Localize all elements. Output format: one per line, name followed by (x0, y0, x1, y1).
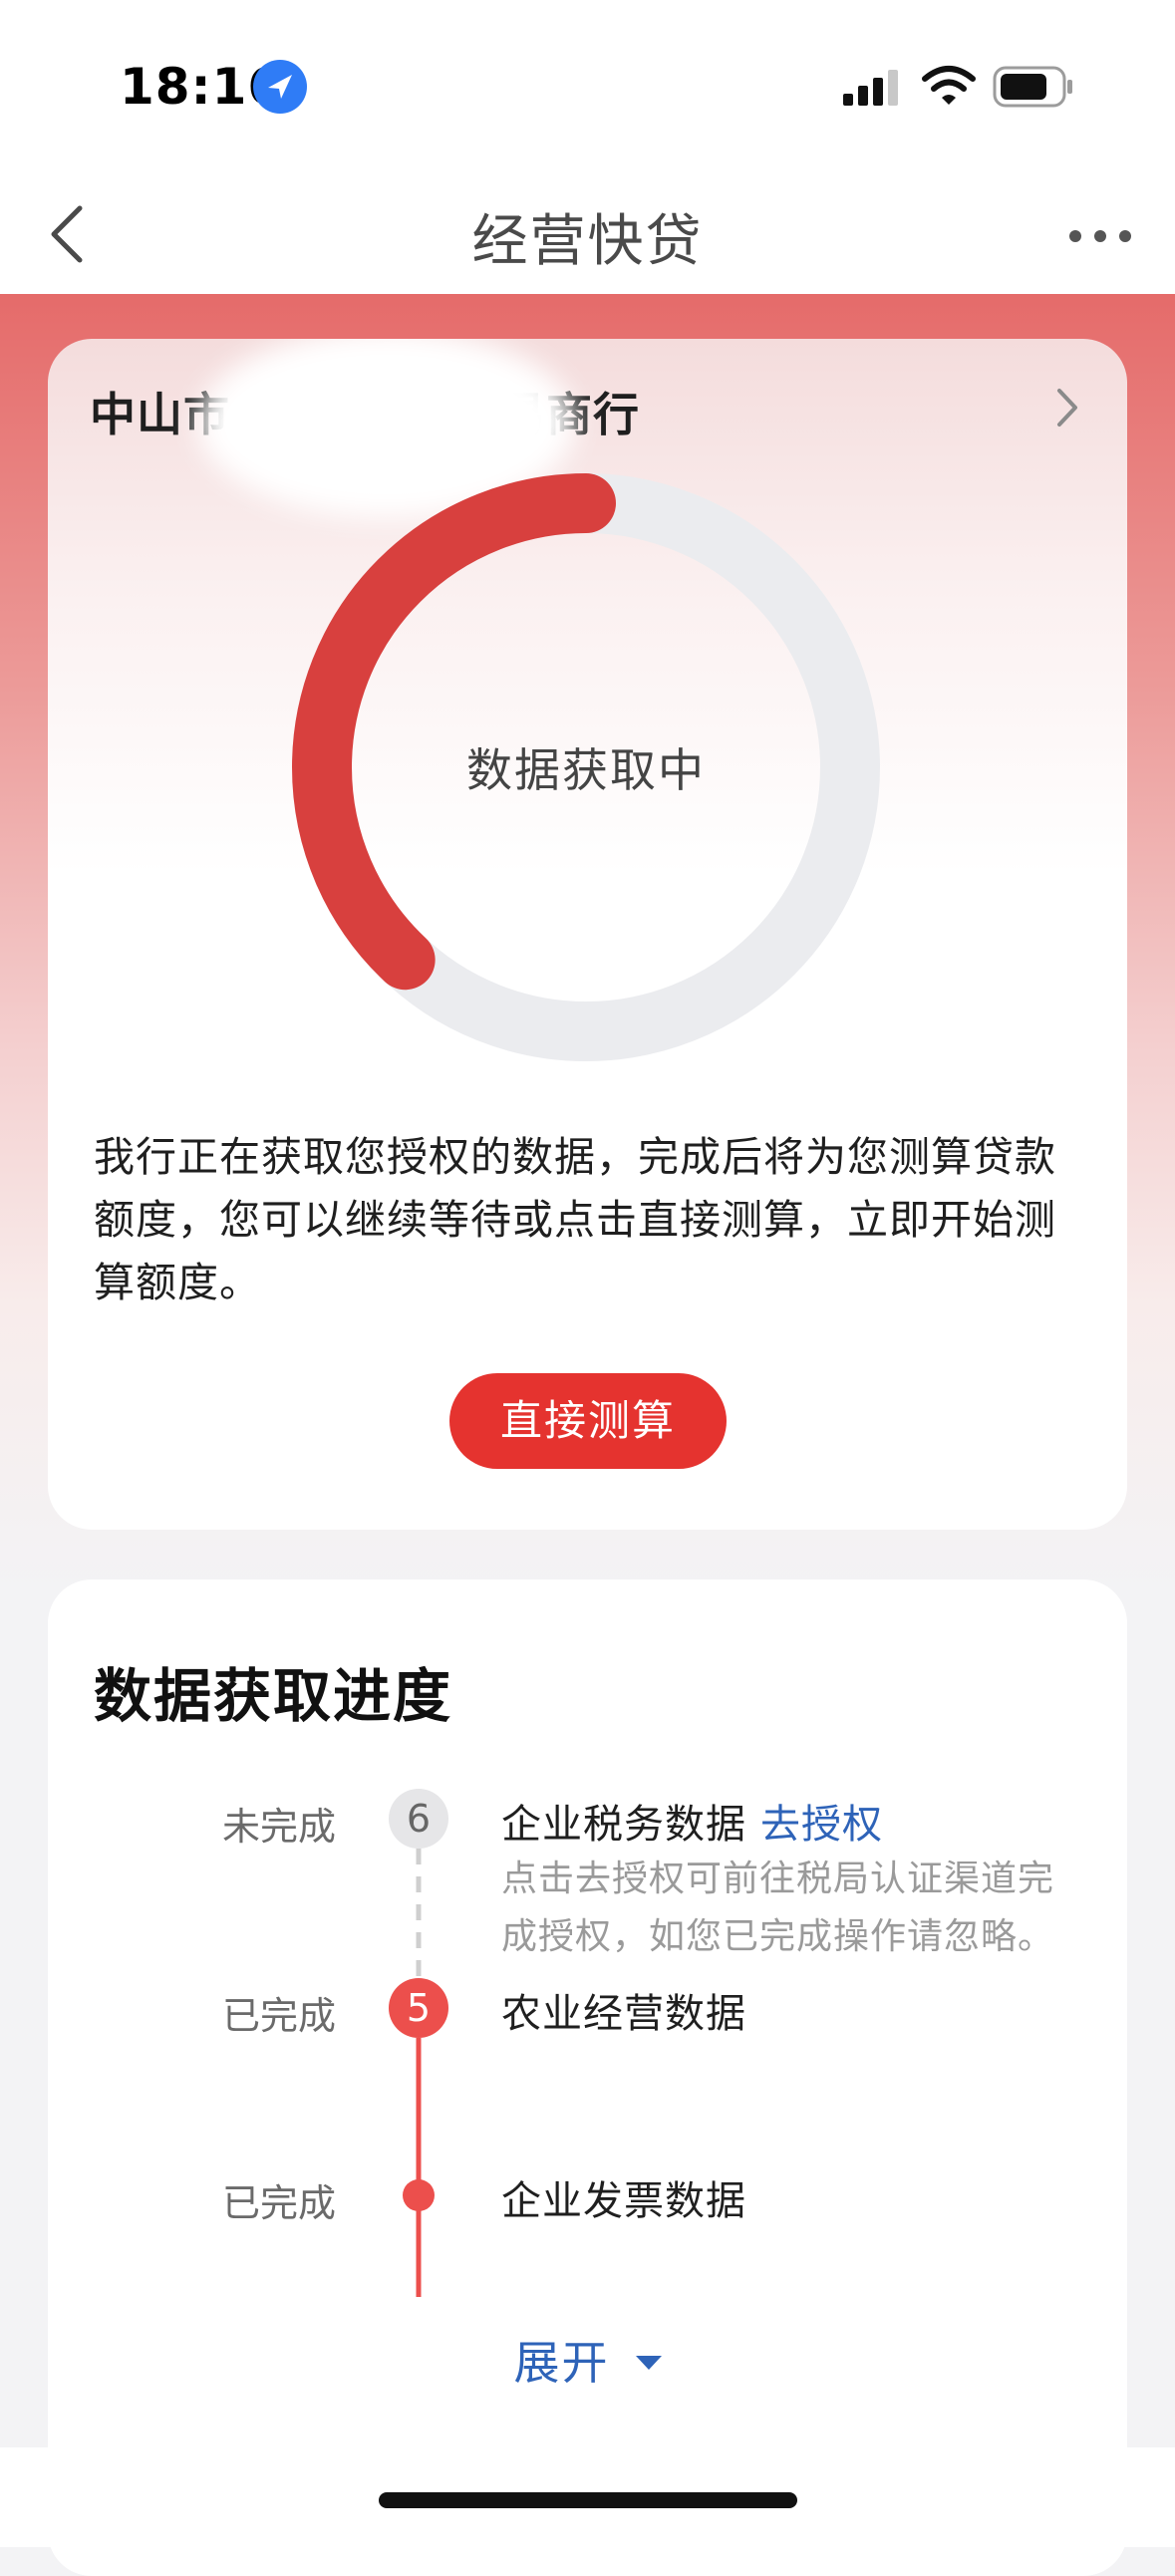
direct-calculate-button[interactable]: 直接测算 (449, 1373, 727, 1469)
location-arrow-icon (253, 60, 307, 114)
authorize-link[interactable]: 去授权 (760, 1802, 883, 1848)
expand-button[interactable]: 展开 (48, 2327, 1127, 2393)
chevron-right-icon[interactable] (1047, 383, 1087, 432)
progress-title: 数据获取进度 (94, 1662, 453, 1730)
step-name: 农业经营数据 (501, 1991, 746, 2037)
bottom-bar (0, 2447, 1175, 2547)
more-button[interactable] (1055, 206, 1145, 266)
step-description: 点击去授权可前往税局认证渠道完成授权，如您已完成操作请忽略。 (501, 1859, 1055, 1957)
step-status: 未完成 (222, 1805, 337, 1849)
card-description: 我行正在获取您授权的数据，完成后将为您测算贷款额度，您可以继续等待或点击直接测算… (94, 1133, 1056, 1306)
page-title: 经营快贷 (471, 209, 704, 274)
step-number-badge: 6 (389, 1789, 448, 1849)
battery-icon (993, 66, 1074, 114)
nav-bar: 经营快贷 (0, 174, 1175, 294)
progress-status-label: 数据获取中 (466, 743, 706, 797)
step-status: 已完成 (222, 1994, 337, 2038)
step-number-badge: 5 (389, 1978, 448, 2038)
status-bar: 18:16 (0, 0, 1175, 174)
step-status: 已完成 (222, 2181, 337, 2225)
step-name: 企业税务数据 去授权 (501, 1792, 883, 1850)
caret-down-icon (635, 2355, 662, 2370)
home-indicator[interactable] (379, 2492, 797, 2508)
data-progress-card: 数据获取进度 未完成 6 企业税务数据 去授权 点击去授权可前往税局认证渠道完成授… (48, 1579, 1127, 2576)
cellular-signal-icon (841, 68, 903, 112)
wifi-icon (921, 64, 977, 112)
step-name-text: 企业税务数据 (501, 1802, 746, 1848)
more-dots-icon (1069, 230, 1131, 242)
expand-label: 展开 (513, 2336, 610, 2390)
step-dot (403, 2179, 435, 2211)
loan-status-card: 中山市易商行 数据获取中 我行正在获取您授权的数据，完成后将为您测算贷款额度，您… (48, 339, 1127, 1530)
step-name: 企业发票数据 (501, 2178, 746, 2224)
timeline-line (416, 1849, 422, 2297)
